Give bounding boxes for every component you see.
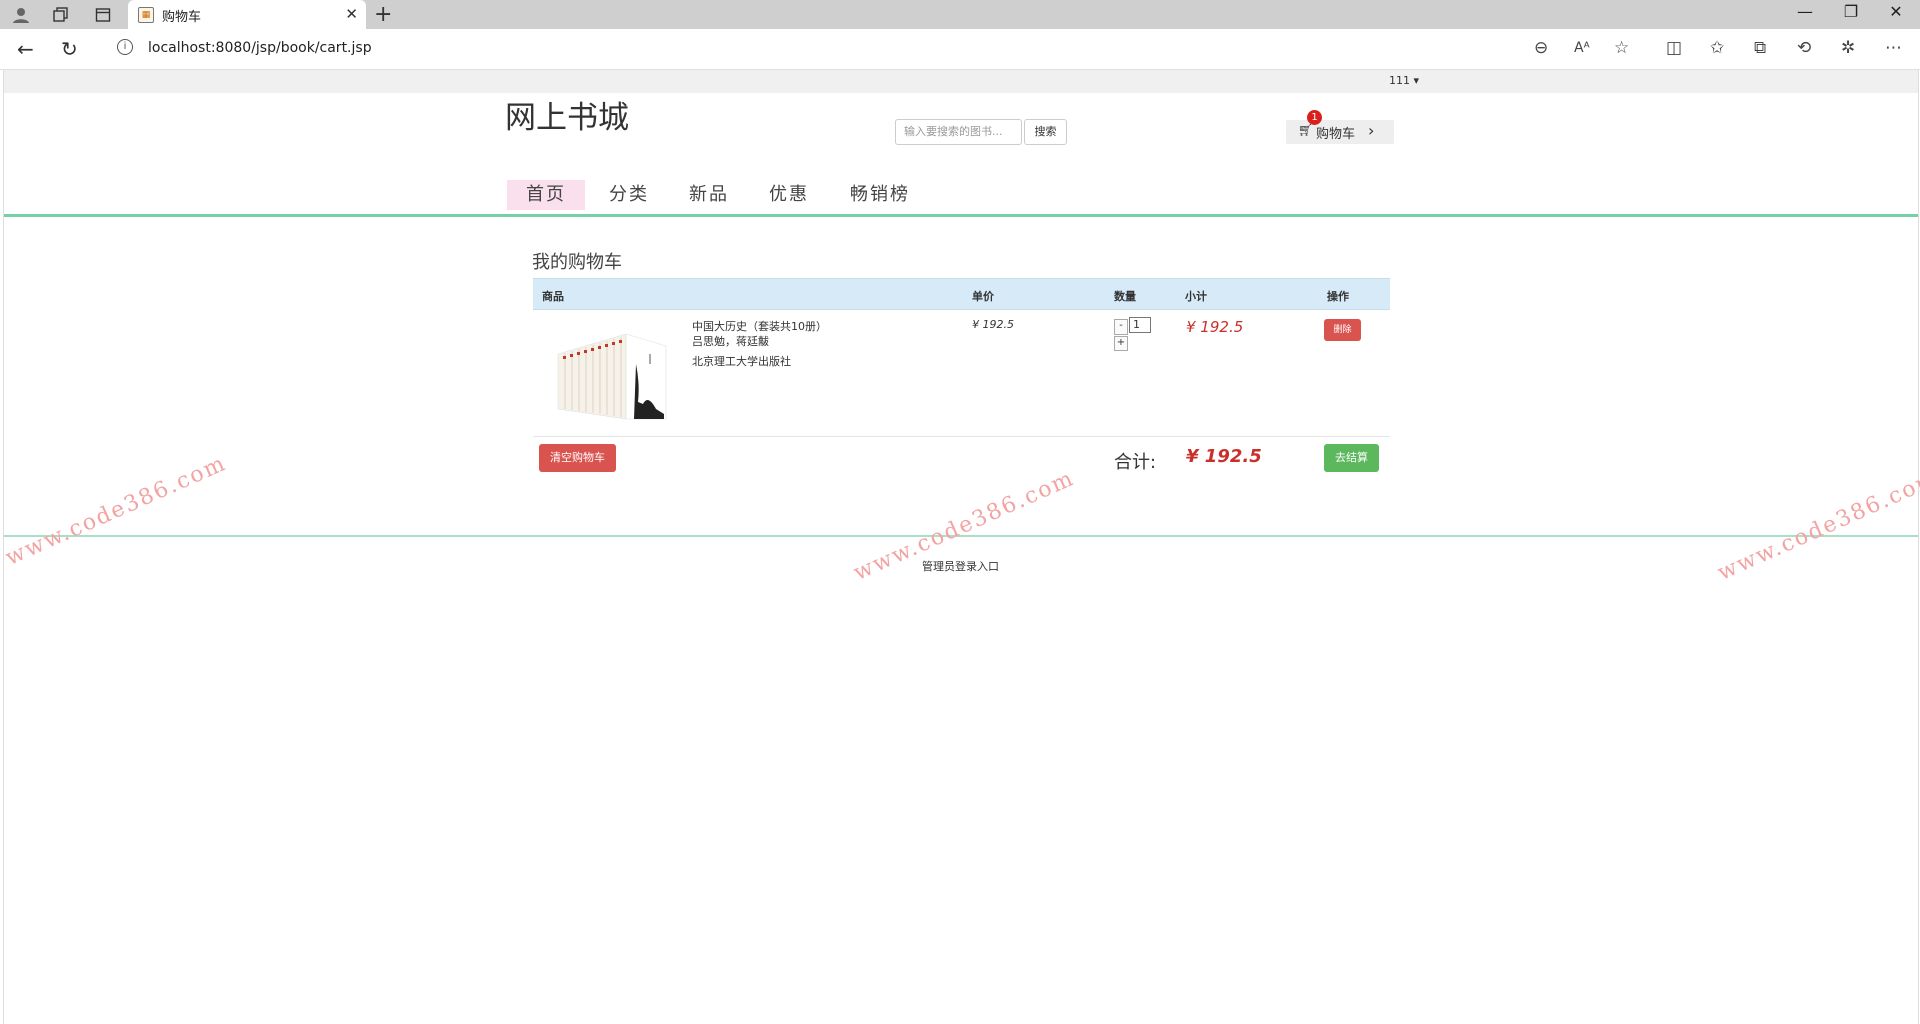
search-button[interactable]: 搜索 — [1024, 119, 1067, 145]
nav-item-home[interactable]: 首页 — [507, 180, 585, 210]
nav-item-new[interactable]: 新品 — [674, 180, 744, 210]
restore-icon[interactable]: ❐ — [1836, 2, 1866, 21]
page-content: 111 ▾ 网上书城 输入要搜索的图书... 搜索 🛒︎ 1 购物车 › 首页 … — [2, 70, 1920, 1024]
browser-tab[interactable]: ▦ 购物车 ✕ — [128, 0, 366, 29]
user-menu[interactable]: 111 ▾ — [1389, 74, 1419, 87]
profile-icon[interactable] — [10, 4, 32, 26]
book-cover-image[interactable] — [548, 324, 668, 424]
quantity-increase-button[interactable]: + — [1114, 336, 1128, 351]
collections-icon[interactable] — [50, 4, 72, 26]
tab-close-icon[interactable]: ✕ — [345, 5, 358, 23]
browser-collections-icon[interactable]: ⧉ — [1754, 38, 1766, 58]
tab-favicon: ▦ — [138, 7, 154, 23]
top-user-strip: 111 ▾ — [4, 70, 1918, 93]
cart-label: 购物车 — [1316, 127, 1356, 142]
nav-item-discount[interactable]: 优惠 — [754, 180, 824, 210]
cart-icon: 🛒︎ — [1298, 123, 1314, 137]
minimize-icon[interactable]: — — [1790, 2, 1820, 21]
clear-cart-button[interactable]: 清空购物车 — [539, 444, 616, 472]
watermark: www.code386.com — [2, 450, 231, 571]
row-divider — [533, 436, 1390, 437]
row-subtotal: ¥ 192.5 — [1186, 318, 1244, 336]
address-bar[interactable]: i localhost:8080/jsp/book/cart.jsp — [100, 33, 1400, 65]
col-subtotal: 小计 — [1185, 290, 1207, 303]
favorite-icon[interactable]: ☆ — [1614, 38, 1629, 58]
col-quantity: 数量 — [1114, 290, 1136, 303]
cart-table-header: 商品 单价 数量 小计 操作 — [533, 278, 1390, 310]
cart-button[interactable]: 🛒︎ 1 购物车 › — [1286, 110, 1394, 144]
delete-button[interactable]: 删除 — [1324, 319, 1361, 341]
cart-title: 我的购物车 — [532, 252, 622, 273]
unit-price: ¥ 192.5 — [972, 318, 1014, 331]
refresh-icon[interactable]: ↻ — [61, 37, 78, 61]
quantity-decrease-button[interactable]: - — [1114, 319, 1128, 335]
nav-divider — [4, 214, 1918, 217]
extensions-icon[interactable]: ✲ — [1841, 38, 1855, 58]
book-publisher: 北京理工大学出版社 — [692, 355, 791, 368]
checkout-button[interactable]: 去结算 — [1324, 444, 1379, 472]
chevron-right-icon: › — [1368, 121, 1375, 140]
read-aloud-icon[interactable]: Aᴬ — [1574, 40, 1590, 56]
site-title[interactable]: 网上书城 — [505, 92, 629, 137]
zoom-out-icon[interactable]: ⊖ — [1534, 38, 1548, 58]
browser-tab-bar: ▦ 购物车 ✕ + — ❐ ✕ — [0, 0, 1920, 29]
search-input[interactable]: 输入要搜索的图书... — [895, 119, 1022, 145]
nav-item-category[interactable]: 分类 — [594, 180, 664, 210]
tab-actions-icon[interactable] — [92, 4, 114, 26]
watermark: www.code386.com — [1714, 465, 1920, 586]
window-close-icon[interactable]: ✕ — [1881, 2, 1911, 21]
book-title[interactable]: 中国大历史（套装共10册） — [692, 318, 827, 334]
split-screen-icon[interactable]: ◫ — [1666, 38, 1682, 58]
book-author: 吕思勉，蒋廷黻 — [692, 335, 769, 348]
favorites-icon[interactable]: ✩ — [1710, 38, 1724, 58]
info-icon[interactable]: i — [117, 39, 133, 55]
more-icon[interactable]: ⋯ — [1885, 38, 1902, 58]
total-value: ¥ 192.5 — [1186, 446, 1262, 467]
tab-title: 购物车 — [162, 10, 202, 25]
col-actions: 操作 — [1327, 290, 1349, 303]
new-tab-icon[interactable]: + — [374, 2, 392, 27]
back-icon[interactable]: ← — [17, 37, 34, 61]
quantity-input[interactable]: 1 — [1129, 317, 1151, 333]
history-icon[interactable]: ⟲ — [1797, 38, 1811, 58]
nav-item-bestseller[interactable]: 畅销榜 — [840, 180, 920, 210]
total-label: 合计: — [1114, 452, 1157, 473]
admin-login-link[interactable]: 管理员登录入口 — [922, 558, 999, 574]
url-text[interactable]: localhost:8080/jsp/book/cart.jsp — [148, 40, 372, 56]
col-product: 商品 — [542, 290, 564, 303]
col-price: 单价 — [972, 290, 994, 303]
address-bar-row: ← ↻ i localhost:8080/jsp/book/cart.jsp ⊖… — [0, 29, 1920, 70]
